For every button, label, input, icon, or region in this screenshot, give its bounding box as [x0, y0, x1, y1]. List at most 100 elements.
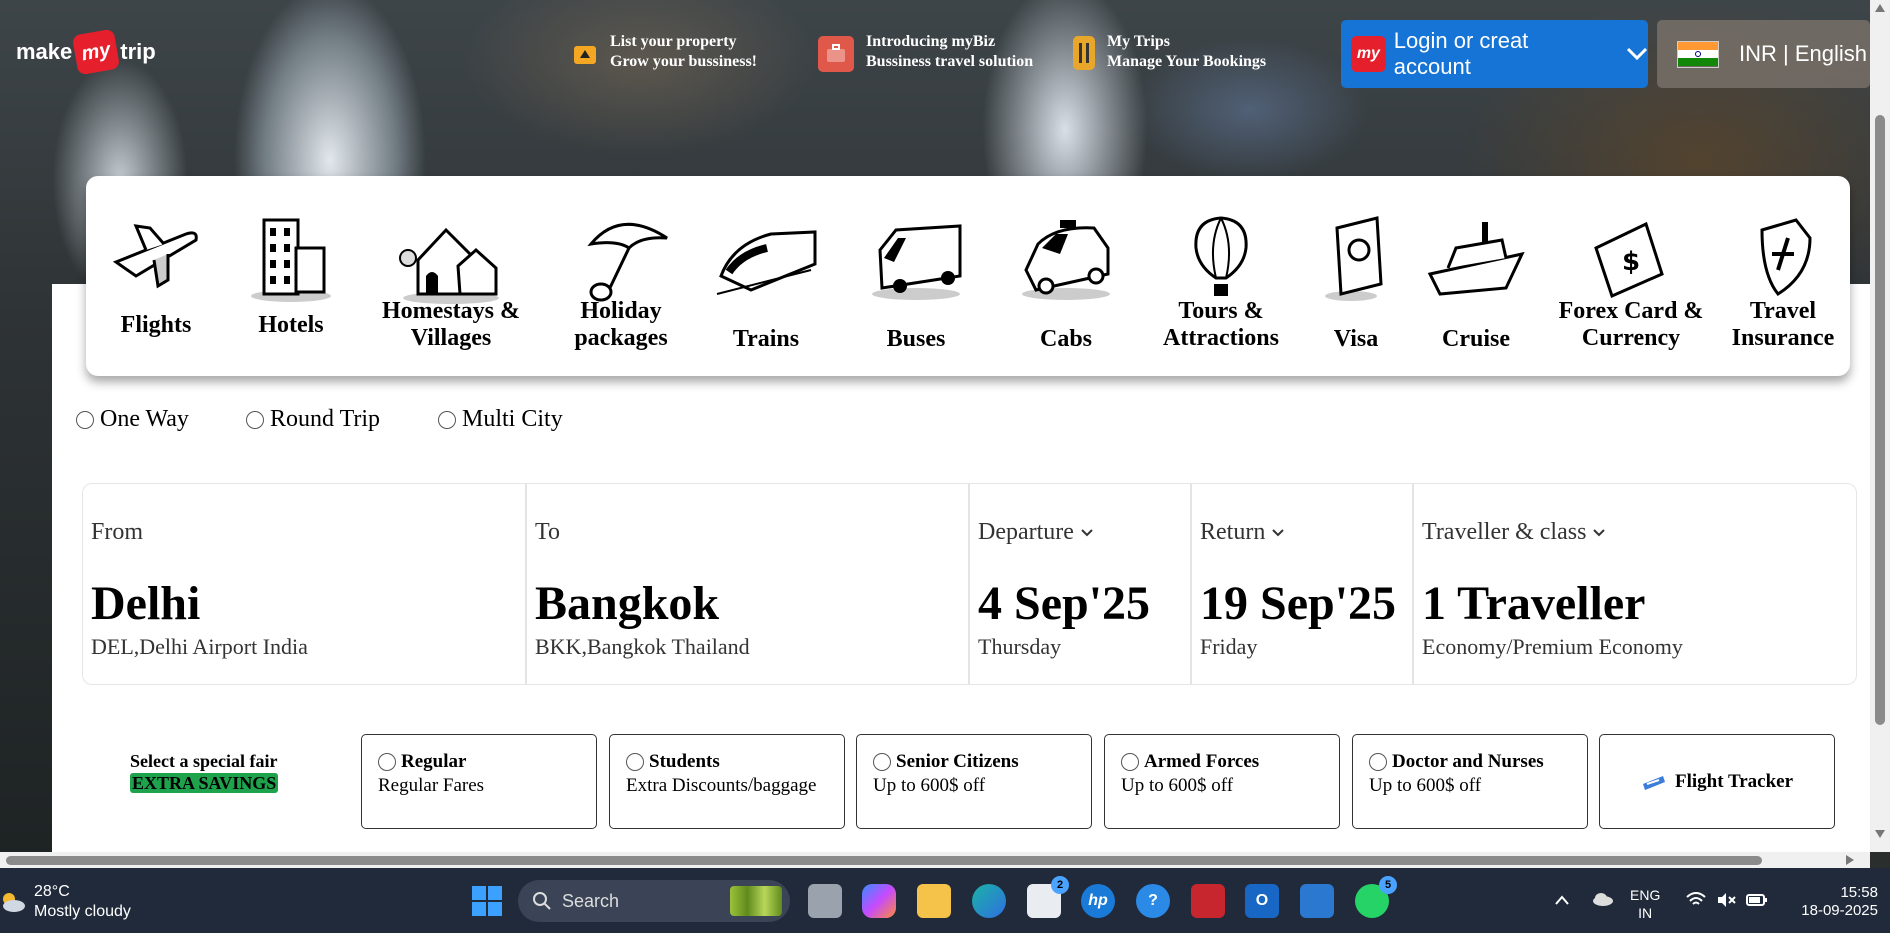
shield-icon [1760, 218, 1812, 296]
fare-doctor-nurses[interactable]: Doctor and Nurses Up to 600$ off [1352, 734, 1588, 829]
radio-round-trip[interactable] [246, 410, 264, 429]
nav-homestays[interactable]: Homestays & Villages [366, 176, 536, 376]
region-code: IN [1638, 905, 1653, 921]
wifi-icon[interactable] [1686, 892, 1706, 908]
nav-buses-label: Buses [886, 326, 946, 352]
battery-icon[interactable] [1746, 892, 1768, 908]
svg-text:$: $ [1622, 247, 1640, 277]
home-icon [399, 227, 499, 304]
flight-tracker-button[interactable]: Flight Tracker [1599, 734, 1835, 829]
logo-text-make: make [16, 39, 73, 64]
nav-flights[interactable]: Flights [86, 176, 226, 376]
radio-doctor-nurses[interactable] [1369, 753, 1387, 771]
trip-type-multi-city[interactable]: Multi City [438, 406, 563, 433]
language-indicator[interactable]: ENG IN [1630, 886, 1660, 922]
radio-armed-forces[interactable] [1121, 753, 1139, 771]
vertical-scroll-thumb[interactable] [1875, 115, 1885, 725]
nav-hotels[interactable]: Hotels [226, 176, 356, 376]
departure-label-wrap: Departure [978, 519, 1094, 546]
scroll-down-arrow-icon[interactable] [1875, 830, 1885, 838]
trip-type-one-way[interactable]: One Way [76, 406, 189, 433]
weather-widget[interactable]: 28°C Mostly cloudy [0, 882, 131, 922]
flight-tracker-label: Flight Tracker [1674, 770, 1794, 792]
nav-forex[interactable]: $ Forex Card & Currency [1546, 176, 1716, 376]
from-label: From [91, 519, 144, 545]
vertical-scrollbar[interactable] [1870, 0, 1890, 852]
login-label: Login or creat account [1393, 28, 1529, 79]
chevron-down-icon [1081, 528, 1093, 536]
mybiz-title: Introducing myBiz [866, 33, 996, 50]
money-icon: $ [1594, 221, 1664, 299]
chevron-down-icon [1626, 41, 1648, 67]
outlook-icon[interactable]: O [1245, 884, 1279, 918]
nav-buses[interactable]: Buses [846, 176, 986, 376]
fare-armed-sub: Up to 600$ off [1121, 775, 1234, 796]
fare-students[interactable]: Students Extra Discounts/baggage [609, 734, 845, 829]
nav-visa[interactable]: Visa [1296, 176, 1416, 376]
fare-senior-title: Senior Citizens [896, 751, 1019, 772]
nav-cruise-label: Cruise [1442, 326, 1510, 352]
makemytrip-logo[interactable]: make my trip [16, 28, 156, 76]
horizontal-scrollbar[interactable] [0, 852, 1870, 868]
my-trips-link[interactable]: My Trips Manage Your Bookings [1073, 32, 1266, 72]
nav-cabs[interactable]: Cabs [996, 176, 1136, 376]
ms-store-icon[interactable]: 2 [1027, 876, 1069, 918]
radio-one-way[interactable] [76, 410, 94, 429]
scroll-up-arrow-icon[interactable] [1875, 4, 1885, 12]
speaker-muted-icon[interactable] [1716, 892, 1736, 908]
copilot-icon[interactable] [862, 884, 896, 918]
scroll-right-arrow-icon[interactable] [1846, 855, 1854, 865]
fare-armed-forces[interactable]: Armed Forces Up to 600$ off [1104, 734, 1340, 829]
traveller-count: 1 Traveller [1422, 577, 1646, 630]
taskbar-search[interactable]: Search [518, 880, 790, 922]
currency-label: INR | English [1739, 41, 1867, 66]
whatsapp-icon[interactable]: 5 [1355, 876, 1397, 918]
login-button[interactable]: my Login or creat account [1341, 20, 1648, 88]
onedrive-cloud-icon[interactable] [1592, 892, 1614, 906]
task-view-icon[interactable] [808, 884, 842, 918]
nav-travel-insurance[interactable]: Travel Insurance [1716, 176, 1850, 376]
horizontal-scroll-thumb[interactable] [6, 856, 1762, 865]
file-explorer-icon[interactable] [917, 884, 951, 918]
weather-desc: Mostly cloudy [34, 903, 131, 920]
edge-browser-icon[interactable] [972, 884, 1006, 918]
briefcase-icon [818, 36, 854, 72]
currency-language-selector[interactable]: INR | English [1657, 20, 1870, 88]
departure-field[interactable]: Departure 4 Sep'25 Thursday [970, 484, 1192, 684]
nav-cruise[interactable]: Cruise [1416, 176, 1536, 376]
luggage-icon [1073, 36, 1095, 70]
traveller-field[interactable]: Traveller & class 1 Traveller Economy/Pr… [1414, 484, 1854, 684]
nav-holiday-packages[interactable]: Holiday packages [546, 176, 696, 376]
clock-date: 18-09-2025 [1801, 902, 1878, 919]
nav-trains[interactable]: Trains [696, 176, 836, 376]
return-field[interactable]: Return 19 Sep'25 Friday [1192, 484, 1414, 684]
from-field[interactable]: From Delhi DEL,Delhi Airport India [83, 484, 527, 684]
list-property-link[interactable]: List your property Grow your bussiness! [572, 32, 757, 72]
nav-tours-label: Tours & Attractions [1163, 298, 1279, 351]
nav-tours-attractions[interactable]: Tours & Attractions [1146, 176, 1296, 376]
fare-regular[interactable]: Regular Regular Fares [361, 734, 597, 829]
nav-hotels-label: Hotels [258, 312, 324, 338]
round-trip-label: Round Trip [270, 406, 381, 432]
return-label: Return [1200, 519, 1266, 545]
vscode-icon[interactable] [1300, 884, 1334, 918]
trip-type-round-trip[interactable]: Round Trip [246, 406, 380, 433]
return-label-wrap: Return [1200, 519, 1285, 546]
hp-icon[interactable]: hp [1081, 884, 1115, 918]
radio-regular[interactable] [378, 753, 396, 771]
windows-start-icon[interactable] [470, 884, 504, 918]
radio-students[interactable] [626, 753, 644, 771]
help-icon[interactable]: ? [1136, 884, 1170, 918]
fare-senior-citizens[interactable]: Senior Citizens Up to 600$ off [856, 734, 1092, 829]
radio-senior-citizens[interactable] [873, 753, 891, 771]
from-city: Delhi [91, 577, 201, 630]
traveller-class: Economy/Premium Economy [1422, 634, 1683, 659]
radio-multi-city[interactable] [438, 410, 456, 429]
to-city: Bangkok [535, 577, 720, 630]
train-icon [716, 230, 817, 295]
to-field[interactable]: To Bangkok BKK,Bangkok Thailand [527, 484, 970, 684]
system-clock[interactable]: 15:58 18-09-2025 [1788, 884, 1878, 920]
mcafee-icon[interactable] [1191, 884, 1225, 918]
chevron-up-icon[interactable] [1554, 894, 1570, 906]
mybiz-link[interactable]: Introducing myBiz Bussiness travel solut… [818, 32, 1033, 72]
